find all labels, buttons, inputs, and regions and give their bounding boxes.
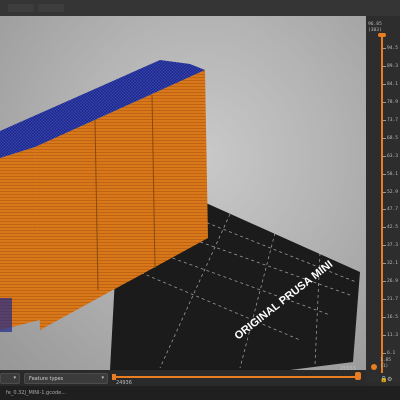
chevron-down-icon: ▾ [13,375,16,381]
3d-viewport[interactable]: ORIGINAL PRUSA MINI [0,16,366,370]
layer-tick-mark [383,353,386,354]
layer-bottom-value: 1.85 [380,358,392,363]
layer-tick-mark [383,335,386,337]
move-slider-right-value: 25553 [340,366,356,372]
layer-tick-label: 32.1 [387,261,399,267]
toolbar-tab[interactable] [38,4,64,12]
layer-tick-label: 21.7 [387,297,399,303]
layer-tick-label: 26.9 [387,279,399,285]
layer-tick-mark [383,227,386,229]
layer-tick-label: 68.5 [387,135,399,141]
layer-tick-mark [383,281,386,283]
layer-tick-mark [383,299,386,301]
layer-tick-label: 37.3 [387,243,399,249]
layer-tick-label: 52.9 [387,189,399,195]
model-outline-base [0,298,12,332]
layer-slider-track[interactable] [381,35,383,373]
layer-tick-mark [383,155,386,157]
layer-tick-mark [383,245,386,247]
layer-tick-mark [383,101,386,103]
move-slider-right-thumb[interactable] [355,372,361,380]
layer-tick-mark [383,83,386,85]
layer-tick-mark [383,191,386,193]
layer-tick-mark [383,209,386,211]
layer-tick-label: 94.5 [387,46,399,51]
layer-slider-top-thumb[interactable] [378,33,386,37]
layer-bottom-index: (1) [380,364,389,369]
layer-tick-label: 11.3 [387,333,399,339]
layer-top-value: 96.85 [368,22,382,27]
toolbar-tab[interactable] [8,4,34,12]
layer-tick-label: 78.9 [387,99,399,105]
layer-tick-label: 47.7 [387,207,399,213]
layer-tick-label: 58.1 [387,171,399,177]
layer-tick-label: 42.5 [387,225,399,231]
settings-icon[interactable]: ⚙ [387,376,392,383]
layer-tick-label: 89.3 [387,63,399,69]
layer-slider-bottom-thumb[interactable] [371,364,377,370]
top-toolbar [0,0,400,16]
layer-slider[interactable]: 96.85 (303) 94.5 89.3 84.1 78.9 73.7 68.5 63.3… [366,16,400,383]
gcode-filename: fe_0.32J_MINI-1.gcode... [6,390,67,396]
layer-tick-mark [383,317,386,319]
status-bar: fe_0.32J_MINI-1.gcode... [0,386,400,400]
feature-types-select[interactable]: Feature types ▾ [24,373,108,384]
layer-tick-mark [383,48,386,49]
feature-types-label: Feature types [29,375,64,382]
layer-tick-label: 6.1 [387,351,396,356]
preview-scene: ORIGINAL PRUSA MINI [0,60,360,370]
layer-tick-mark [383,263,386,265]
layer-tick-label: 84.1 [387,81,399,87]
layer-tick-mark [383,119,386,121]
view-mode-select[interactable]: ▾ [0,373,20,384]
layer-tick-mark [383,65,386,67]
layer-tick-label: 63.3 [387,153,399,159]
layer-tick-mark [383,137,386,139]
chevron-down-icon: ▾ [101,375,104,381]
layer-tick-label: 16.5 [387,315,399,321]
layer-tick-mark [383,173,386,175]
layer-tick-label: 73.7 [387,117,399,123]
move-slider-track[interactable] [113,376,360,378]
